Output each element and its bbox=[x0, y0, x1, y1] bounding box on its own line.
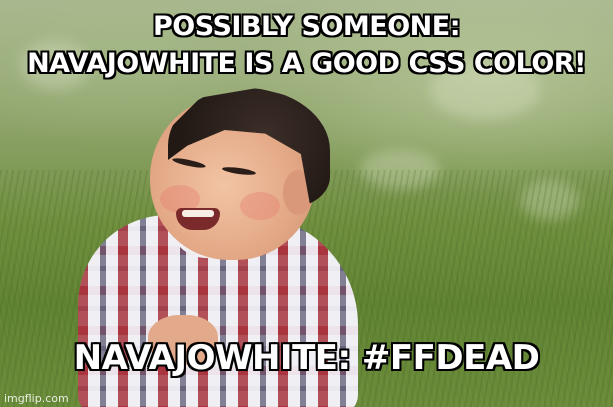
top-caption-line-2: NAVAJOWHITE IS A GOOD CSS COLOR! bbox=[27, 48, 586, 79]
bottom-caption: NAVAJOWHITE: #FFDEAD bbox=[73, 338, 540, 378]
meme-image: POSSIBLY SOMEONE: NAVAJOWHITE IS A GOOD … bbox=[0, 0, 613, 407]
watermark: imgflip.com bbox=[4, 392, 69, 405]
cheek-right bbox=[240, 192, 280, 220]
grinning-mouth bbox=[176, 208, 220, 230]
top-caption: POSSIBLY SOMEONE: NAVAJOWHITE IS A GOOD … bbox=[0, 8, 613, 82]
top-caption-line-1: POSSIBLY SOMEONE: bbox=[153, 11, 461, 42]
